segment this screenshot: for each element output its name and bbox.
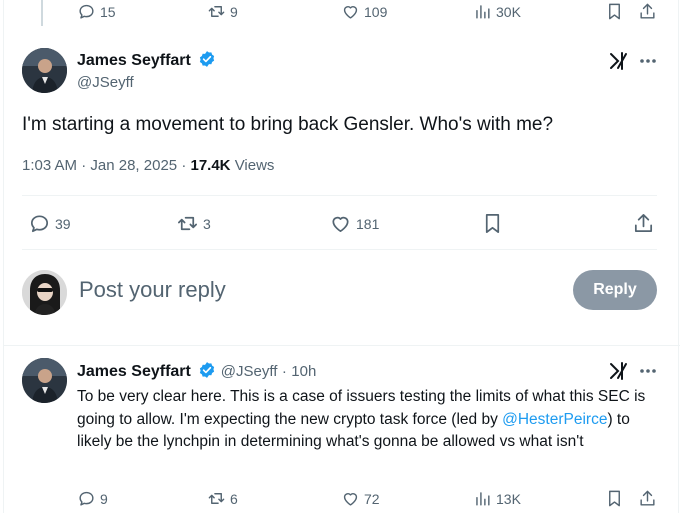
verified-badge-icon: [200, 51, 215, 67]
bookmark-action[interactable]: [481, 212, 504, 235]
avatar-photo: [22, 358, 67, 403]
reply-count: 9: [100, 490, 108, 507]
repost-count: 3: [203, 215, 211, 232]
grok-icon[interactable]: [609, 51, 629, 71]
reply-author-name[interactable]: James Seyffart: [77, 363, 191, 380]
share-icon: [640, 490, 655, 506]
views-chart-icon: [476, 5, 490, 19]
like-count: 109: [364, 3, 388, 20]
repost-action[interactable]: 3: [176, 212, 211, 235]
views-action[interactable]: 13K: [473, 489, 521, 508]
views-count: 30K: [496, 3, 521, 20]
avatar-photo: [22, 270, 67, 315]
thread-connector-line: [41, 0, 43, 26]
views-action[interactable]: 30K: [473, 2, 521, 21]
reply-author-avatar[interactable]: [22, 358, 67, 403]
like-action[interactable]: 109: [341, 2, 387, 21]
avatar-photo: [22, 48, 67, 93]
repost-count: 6: [230, 490, 238, 507]
more-options-icon[interactable]: [639, 58, 657, 64]
heart-icon: [332, 216, 349, 233]
reply-icon: [79, 491, 94, 506]
reply-author-handle[interactable]: @JSeyff: [221, 363, 278, 380]
author-avatar[interactable]: [22, 48, 67, 93]
repost-icon: [208, 6, 225, 17]
reply-button[interactable]: Reply: [573, 270, 657, 310]
meta-separator: ·: [181, 157, 187, 174]
repost-count: 9: [230, 3, 238, 20]
reply-header: James Seyffart @JSeyff · 10h: [77, 361, 316, 381]
bookmark-action[interactable]: [605, 2, 624, 21]
share-action[interactable]: [638, 2, 657, 21]
mention-link[interactable]: @HesterPeirce: [502, 411, 607, 428]
tweet-views-label: Views: [234, 157, 275, 174]
reply-icon: [79, 4, 94, 19]
tweet-meta: 1:03 AM · Jan 28, 2025 · 17.4K Views: [22, 157, 274, 174]
reply-action[interactable]: 15: [77, 2, 116, 21]
grok-icon[interactable]: [609, 361, 629, 381]
share-action[interactable]: [638, 489, 657, 508]
reply-action[interactable]: 39: [28, 212, 71, 235]
meta-separator: ·: [81, 157, 87, 174]
reply-icon: [30, 215, 49, 233]
views-chart-icon: [476, 492, 490, 506]
bookmark-action[interactable]: [605, 489, 624, 508]
divider: [22, 249, 657, 250]
more-options-icon[interactable]: [639, 368, 657, 374]
reply-text: To be very clear here. This is a case of…: [77, 386, 661, 454]
like-action[interactable]: 181: [329, 212, 379, 235]
section-divider: [3, 345, 680, 346]
reply-action[interactable]: 9: [77, 489, 108, 508]
bookmark-icon: [485, 214, 500, 233]
repost-action[interactable]: 9: [207, 2, 238, 21]
verified-badge-icon: [200, 362, 215, 378]
heart-icon: [343, 6, 358, 19]
share-icon: [634, 214, 653, 233]
share-icon: [640, 3, 655, 19]
bookmark-icon: [609, 3, 620, 20]
like-action[interactable]: 72: [341, 489, 380, 508]
like-count: 72: [364, 490, 380, 507]
tweet-views-count: 17.4K: [190, 157, 231, 174]
reply-count: 39: [55, 215, 71, 232]
repost-icon: [208, 493, 225, 504]
reply-count: 15: [100, 3, 116, 20]
reply-age[interactable]: 10h: [291, 363, 316, 380]
author-name[interactable]: James Seyffart: [77, 52, 191, 69]
current-user-avatar[interactable]: [22, 270, 67, 315]
meta-separator: ·: [281, 363, 287, 380]
divider: [22, 195, 657, 196]
repost-action[interactable]: 6: [207, 489, 238, 508]
bookmark-icon: [609, 490, 620, 507]
tweet-text: I'm starting a movement to bring back Ge…: [22, 114, 554, 135]
author-handle[interactable]: @JSeyff: [77, 74, 134, 91]
author-name-row: James Seyffart: [77, 50, 216, 70]
reply-input[interactable]: Post your reply: [79, 277, 226, 303]
repost-icon: [178, 216, 197, 231]
share-action[interactable]: [632, 212, 655, 235]
heart-icon: [343, 493, 358, 506]
tweet-date[interactable]: Jan 28, 2025: [90, 157, 177, 174]
views-count: 13K: [496, 490, 521, 507]
tweet-time[interactable]: 1:03 AM: [22, 157, 77, 174]
like-count: 181: [356, 215, 380, 232]
